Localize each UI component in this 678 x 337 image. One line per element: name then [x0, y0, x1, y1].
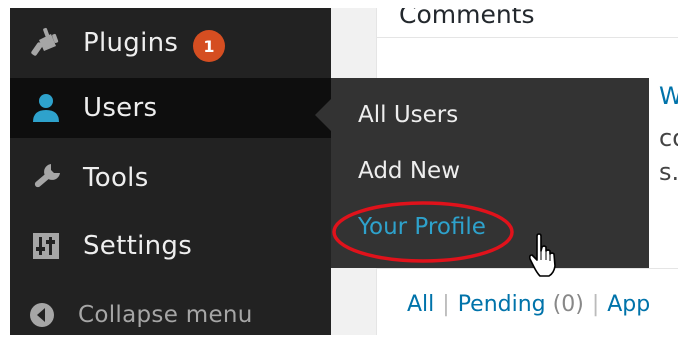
update-count-badge: 1	[193, 30, 225, 62]
submenu-item-add-new[interactable]: Add New	[358, 158, 460, 184]
filter-separator: |	[442, 292, 450, 317]
sidebar-item-users[interactable]: Users	[10, 78, 331, 138]
sidebar-item-label: Plugins	[83, 28, 179, 58]
filter-approved-link[interactable]: App	[607, 292, 650, 317]
comment-text-fragment: co	[659, 124, 678, 152]
filter-separator: |	[591, 292, 600, 317]
comment-status-filter: All | Pending (0) | App	[407, 292, 650, 317]
sidebar-item-label: Tools	[83, 163, 149, 193]
sidebar-item-label: Settings	[83, 231, 193, 261]
wrench-icon	[28, 160, 64, 196]
comment-text-fragment: s. T	[659, 158, 678, 186]
submenu-pointer	[315, 99, 331, 131]
settings-icon	[28, 228, 64, 264]
collapse-menu-button[interactable]: Collapse menu	[10, 285, 331, 335]
collapse-arrow-icon	[24, 297, 60, 333]
sidebar-item-tools[interactable]: Tools	[10, 148, 331, 208]
highlight-ring	[332, 201, 514, 263]
sidebar-item-plugins[interactable]: Plugins 1	[10, 13, 331, 73]
user-icon	[28, 90, 64, 126]
comment-text-fragment[interactable]: Wo	[659, 82, 678, 110]
divider	[377, 37, 678, 38]
admin-sidebar: Plugins 1 Users Tools Settings Collapse …	[10, 8, 331, 335]
filter-pending-count: (0)	[552, 292, 584, 317]
filter-pending-link[interactable]: Pending	[458, 292, 546, 317]
comments-title: Comments	[399, 8, 535, 29]
filter-all-link[interactable]: All	[407, 292, 434, 317]
collapse-menu-label: Collapse menu	[78, 302, 253, 328]
admin-screen: Comments Wo co s. T All | Pending (0) | App	[10, 8, 678, 335]
hand-cursor-icon	[528, 233, 556, 277]
sidebar-item-settings[interactable]: Settings	[10, 216, 331, 276]
plugin-icon	[28, 25, 64, 61]
sidebar-item-label: Users	[83, 93, 158, 123]
submenu-item-all-users[interactable]: All Users	[358, 102, 458, 128]
